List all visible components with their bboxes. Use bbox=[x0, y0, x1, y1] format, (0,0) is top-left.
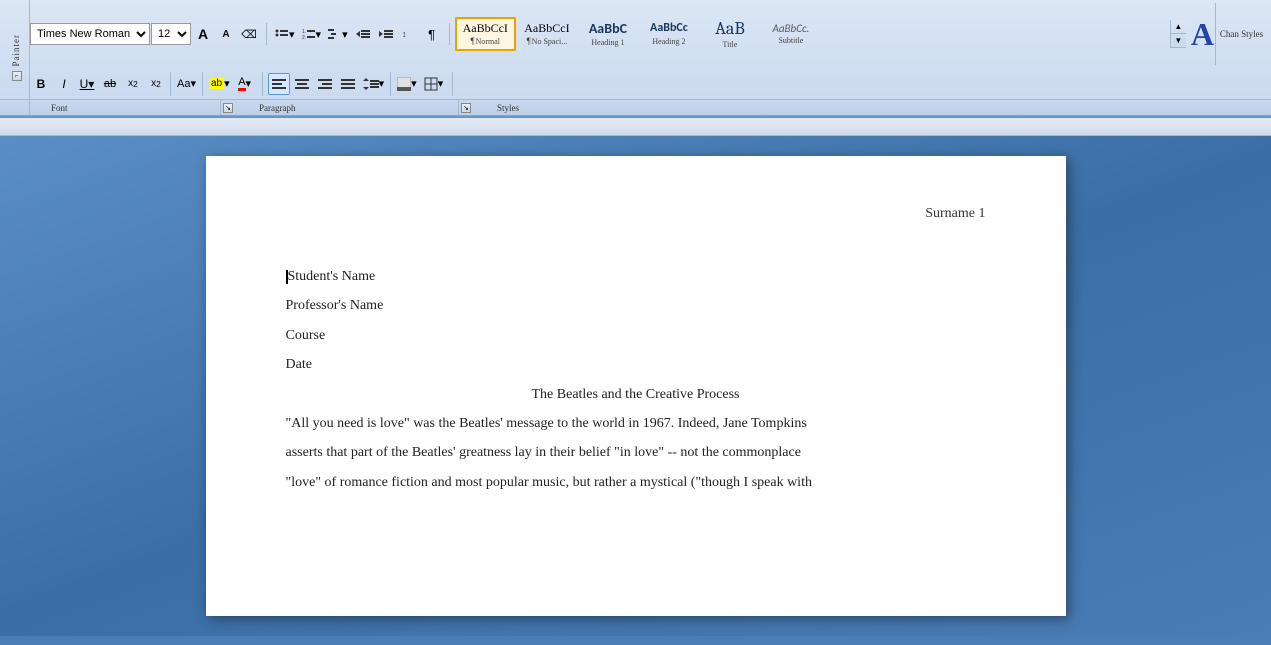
font-section-row2: B I U▾ ab x2 x2 Aa▾ ab▾ A▾ bbox=[30, 72, 263, 96]
style-normal[interactable]: AaBbCcI ¶ Normal bbox=[455, 17, 516, 51]
style-subtitle-label: Subtitle bbox=[778, 36, 803, 45]
chan-styles-label: Chan Styles bbox=[1220, 28, 1263, 41]
style-heading2-label: Heading 2 bbox=[652, 37, 685, 46]
professor-name-line: Professor's Name bbox=[286, 291, 986, 320]
shading-button[interactable]: ▾ bbox=[394, 73, 420, 95]
paragraph-line-2: asserts that part of the Beatles' greatn… bbox=[286, 438, 986, 467]
student-name-line: Student's Name bbox=[286, 262, 986, 291]
italic-button[interactable]: I bbox=[53, 73, 75, 95]
styles-section-label: Styles bbox=[477, 100, 777, 115]
font-grow-button[interactable]: A bbox=[192, 23, 214, 45]
multilevel-list-button[interactable]: ▾ bbox=[325, 23, 351, 45]
document-area: Surname 1 Student's Name Professor's Nam… bbox=[0, 136, 1271, 636]
toolbar: Painter ⌐ Times New Roman 12 A A ⌫ ▾ 1.2… bbox=[0, 0, 1271, 115]
superscript-button[interactable]: x2 bbox=[145, 73, 167, 95]
ruler bbox=[0, 118, 1271, 136]
chan-styles-button[interactable]: Chan Styles bbox=[1215, 3, 1267, 65]
bullets-button[interactable]: ▾ bbox=[272, 23, 298, 45]
underline-button[interactable]: U▾ bbox=[76, 73, 98, 95]
increase-indent-button[interactable] bbox=[375, 23, 397, 45]
clear-format-button[interactable]: ⌫ bbox=[238, 23, 260, 45]
svg-text:2.: 2. bbox=[302, 35, 306, 41]
strikethrough-button[interactable]: ab bbox=[99, 73, 121, 95]
style-title-label: Title bbox=[723, 40, 738, 49]
styles-scroll: ▲ ▼ bbox=[1170, 20, 1186, 48]
styles-section: AaBbCcI ¶ Normal AaBbCcI ¶ No Spaci... A… bbox=[455, 17, 1169, 51]
align-center-button[interactable] bbox=[291, 73, 313, 95]
painter-label: Painter bbox=[11, 34, 21, 67]
font-section-label: Font bbox=[31, 100, 221, 115]
document-page[interactable]: Surname 1 Student's Name Professor's Nam… bbox=[206, 156, 1066, 616]
bold-button[interactable]: B bbox=[30, 73, 52, 95]
style-heading2[interactable]: AaBbCc Heading 2 bbox=[639, 17, 699, 51]
style-heading1[interactable]: AaBbC Heading 1 bbox=[578, 17, 638, 51]
style-subtitle-preview: AaBbCc. bbox=[773, 23, 810, 35]
paragraph-section-row1: ▾ 1.2.▾ ▾ ↕ ¶ bbox=[272, 23, 450, 45]
svg-text:↕: ↕ bbox=[402, 29, 407, 39]
page-header-text: Surname 1 bbox=[925, 206, 985, 221]
paragraph-line-3: "love" of romance fiction and most popul… bbox=[286, 468, 986, 497]
subscript-button[interactable]: x2 bbox=[122, 73, 144, 95]
style-normal-label: ¶ Normal bbox=[471, 36, 501, 46]
paragraph-section-label: Paragraph bbox=[239, 100, 459, 115]
align-left-button[interactable] bbox=[268, 73, 290, 95]
painter-expand[interactable]: ⌐ bbox=[12, 71, 22, 81]
font-name-select[interactable]: Times New Roman bbox=[30, 23, 150, 45]
style-no-spacing-label: ¶ No Spaci... bbox=[527, 36, 568, 46]
sort-button[interactable]: ↕ bbox=[398, 23, 420, 45]
highlight-button[interactable]: ab▾ bbox=[206, 73, 233, 95]
document-title: The Beatles and the Creative Process bbox=[286, 380, 986, 409]
numbering-button[interactable]: 1.2.▾ bbox=[299, 23, 325, 45]
align-justify-button[interactable] bbox=[337, 73, 359, 95]
style-subtitle[interactable]: AaBbCc. Subtitle bbox=[761, 17, 821, 51]
font-size-select[interactable]: 12 bbox=[151, 23, 191, 45]
date-line: Date bbox=[286, 350, 986, 379]
font-color-button[interactable]: A▾ bbox=[234, 73, 256, 95]
style-normal-preview: AaBbCcI bbox=[463, 22, 508, 35]
decrease-indent-button[interactable] bbox=[352, 23, 374, 45]
align-right-button[interactable] bbox=[314, 73, 336, 95]
borders-button[interactable]: ▾ bbox=[421, 73, 447, 95]
style-title-preview: AaB bbox=[715, 19, 745, 39]
font-section-row1: Times New Roman 12 A A ⌫ bbox=[30, 23, 267, 45]
big-a-icon: A bbox=[1191, 16, 1214, 53]
paragraph-expand-icon[interactable]: ↘ bbox=[461, 103, 471, 113]
toolbar-section-labels: Font ↘ Paragraph ↘ Styles bbox=[0, 99, 1271, 115]
case-button[interactable]: Aa▾ bbox=[174, 73, 199, 95]
document-body: "All you need is love" was the Beatles' … bbox=[286, 409, 986, 497]
style-heading1-label: Heading 1 bbox=[591, 38, 624, 47]
style-heading1-preview: AaBbC bbox=[589, 21, 627, 36]
styles-scroll-up[interactable]: ▲ bbox=[1171, 20, 1186, 34]
font-shrink-button[interactable]: A bbox=[215, 23, 237, 45]
paragraph-line-1: "All you need is love" was the Beatles' … bbox=[286, 409, 986, 438]
paragraph-section-row2: ▾ ▾ ▾ bbox=[268, 72, 454, 96]
style-title[interactable]: AaB Title bbox=[700, 17, 760, 51]
font-expand-icon[interactable]: ↘ bbox=[223, 103, 233, 113]
line-spacing-button[interactable]: ▾ bbox=[360, 73, 388, 95]
page-header: Surname 1 bbox=[286, 206, 986, 222]
style-no-spacing[interactable]: AaBbCcI ¶ No Spaci... bbox=[517, 17, 577, 51]
student-info-block: Student's Name Professor's Name Course D… bbox=[286, 262, 986, 380]
course-line: Course bbox=[286, 321, 986, 350]
style-heading2-preview: AaBbCc bbox=[650, 22, 688, 35]
show-marks-button[interactable]: ¶ bbox=[421, 23, 443, 45]
styles-scroll-down[interactable]: ▼ bbox=[1171, 34, 1186, 48]
style-no-spacing-preview: AaBbCcI bbox=[524, 22, 569, 35]
